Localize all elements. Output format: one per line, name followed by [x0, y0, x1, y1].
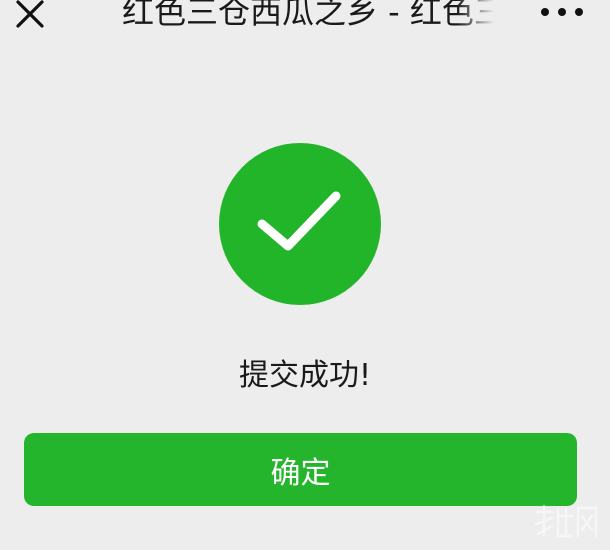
top-bar: 红色三仓西瓜之乡 - 红色三仓 [0, 0, 610, 44]
page-title: 红色三仓西瓜之乡 - 红色三仓 [122, 0, 494, 31]
watermark-logo [534, 504, 598, 538]
confirm-button[interactable]: 确定 [24, 433, 577, 506]
close-icon [16, 0, 44, 28]
success-icon [219, 143, 381, 305]
more-dots-icon [558, 8, 566, 16]
success-message: 提交成功! [238, 358, 372, 393]
more-button[interactable] [534, 0, 590, 32]
more-dots-icon [575, 8, 583, 16]
close-button[interactable] [8, 0, 52, 36]
checkmark-icon [257, 191, 341, 251]
more-dots-icon [541, 8, 549, 16]
